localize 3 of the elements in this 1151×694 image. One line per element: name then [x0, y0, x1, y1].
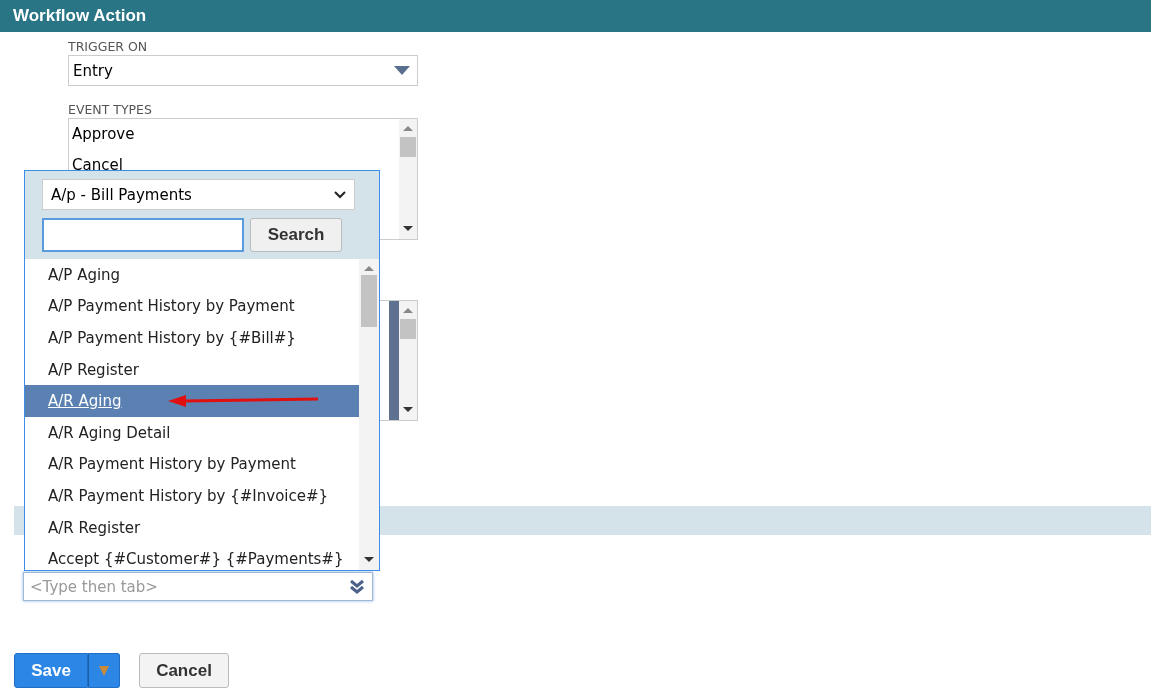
page-title: Workflow Action: [13, 6, 147, 26]
field-label: TRIGGER ON: [68, 39, 149, 54]
field-label: EVENT TYPES: [68, 102, 153, 117]
